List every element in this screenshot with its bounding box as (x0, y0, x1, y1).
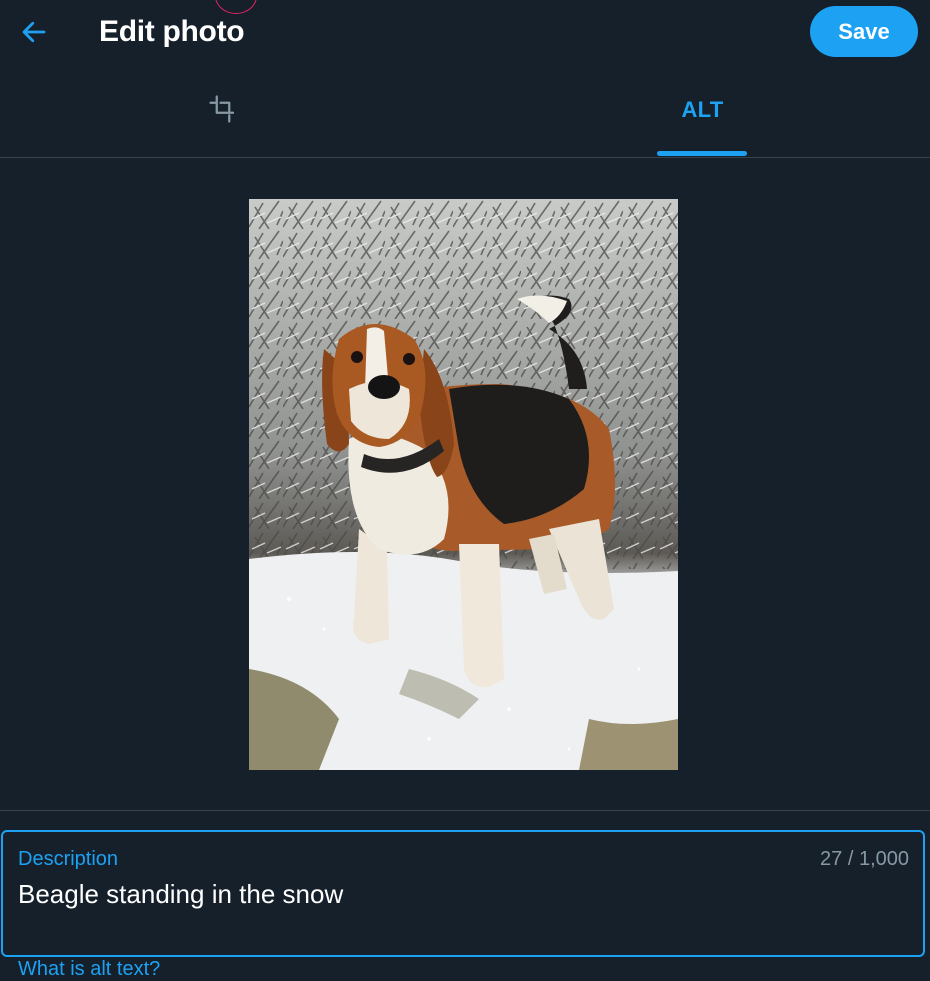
divider (0, 810, 930, 811)
tab-alt-label: ALT (681, 96, 724, 122)
page-title: Edit photo (99, 15, 245, 48)
photo-illustration (249, 199, 678, 770)
tab-alt[interactable]: ALT (480, 68, 925, 157)
save-button[interactable]: Save (810, 6, 918, 57)
description-label: Description (18, 848, 119, 870)
crop-icon (208, 94, 234, 123)
tab-crop[interactable] (0, 68, 445, 157)
beagle-in-snow-photo (249, 199, 678, 770)
description-input[interactable]: Beagle standing in the snow (18, 879, 343, 910)
active-tab-indicator (657, 151, 747, 156)
arrow-left-icon (22, 21, 46, 43)
header: Edit photo Save (0, 0, 930, 64)
character-counter: 27 / 1,000 (820, 848, 909, 870)
edit-tabs: ALT (0, 68, 930, 158)
description-field[interactable]: Description 27 / 1,000 Beagle standing i… (1, 830, 925, 957)
back-button[interactable] (14, 12, 54, 52)
